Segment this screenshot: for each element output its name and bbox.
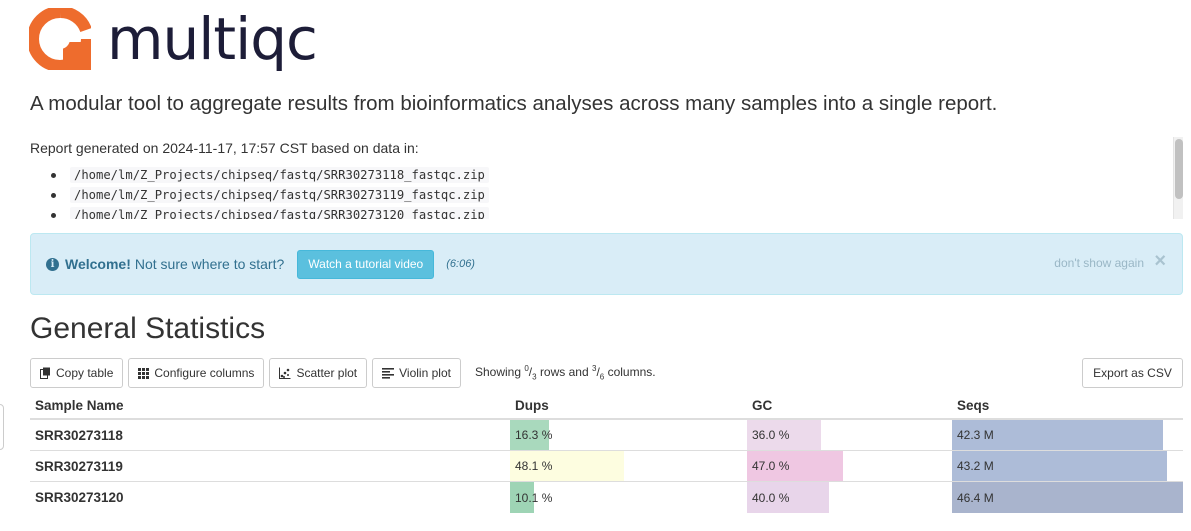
report-generated-text: Report generated on 2024-11-17, 17:57 CS…	[30, 140, 419, 156]
table-row: SRR30273118 16.3 % 36.0 % 42.3 M	[30, 420, 1183, 451]
violin-plot-label: Violin plot	[399, 366, 451, 380]
info-circle-icon: i	[46, 257, 59, 271]
dont-show-again-link[interactable]: don't show again	[1054, 256, 1144, 270]
tagline: A modular tool to aggregate results from…	[30, 92, 998, 115]
seqs-value: 42.3 M	[957, 428, 994, 442]
column-header-sample-name[interactable]: Sample Name	[30, 393, 510, 418]
file-path: /home/lm/Z_Projects/chipseq/fastq/SRR302…	[70, 207, 489, 219]
gc-value: 40.0 %	[752, 490, 790, 505]
sample-name-cell: SRR30273118	[35, 427, 123, 443]
watch-tutorial-button[interactable]: Watch a tutorial video	[297, 249, 435, 279]
file-path: /home/lm/Z_Projects/chipseq/fastq/SRR302…	[70, 167, 489, 183]
file-list-scrollbar[interactable]	[1173, 137, 1183, 219]
gc-value: 47.0 %	[752, 459, 790, 473]
grid-icon	[138, 367, 150, 379]
multiqc-logo-icon	[29, 8, 91, 70]
configure-columns-label: Configure columns	[154, 366, 255, 380]
close-icon[interactable]: ×	[1154, 251, 1166, 271]
list-item: /home/lm/Z_Projects/chipseq/fastq/SRR302…	[51, 185, 1183, 205]
dups-cell: 10.1 %	[510, 482, 747, 513]
section-title: General Statistics	[30, 312, 266, 345]
table-row: SRR30273120 10.1 % 40.0 % 46.4 M	[30, 482, 1183, 513]
seqs-cell: 43.2 M	[952, 451, 1183, 481]
copy-icon	[40, 367, 51, 379]
gc-cell: 36.0 %	[747, 420, 952, 450]
dups-value: 48.1 %	[515, 459, 553, 473]
welcome-text: Not sure where to start?	[134, 256, 285, 272]
configure-columns-button[interactable]: Configure columns	[128, 358, 265, 388]
seqs-value: 46.4 M	[957, 490, 994, 505]
scatter-plot-button[interactable]: Scatter plot	[269, 358, 368, 388]
scrollbar-thumb[interactable]	[1175, 139, 1183, 199]
welcome-alert: i Welcome! Not sure where to start? Watc…	[30, 233, 1183, 295]
violin-icon	[382, 367, 395, 379]
data-file-list-scroll[interactable]: /home/lm/Z_Projects/chipseq/fastq/SRR302…	[30, 165, 1183, 219]
table-row: SRR30273119 48.1 % 47.0 % 43.2 M	[30, 451, 1183, 482]
dups-value: 10.1 %	[515, 490, 553, 505]
scatter-icon	[279, 367, 291, 379]
column-header-dups[interactable]: Dups	[510, 393, 747, 418]
welcome-heading: Welcome!	[65, 256, 131, 272]
seqs-value: 43.2 M	[957, 459, 994, 473]
general-stats-table: Sample Name Dups GC Seqs SRR30273118 16.…	[30, 393, 1183, 513]
table-toolbar: Copy table Configure columns Scatter plo…	[30, 358, 656, 388]
scatter-plot-label: Scatter plot	[296, 366, 358, 380]
showing-count-text: Showing 0/3 rows and 3/6 columns.	[474, 364, 656, 382]
dups-cell: 48.1 %	[510, 451, 747, 481]
table-header: Sample Name Dups GC Seqs	[30, 393, 1183, 420]
toolbox-side-tab[interactable]	[0, 404, 4, 450]
multiqc-logo: multiqc	[29, 5, 318, 73]
column-header-gc[interactable]: GC	[747, 393, 952, 418]
copy-table-button[interactable]: Copy table	[30, 358, 124, 388]
gc-cell: 47.0 %	[747, 451, 952, 481]
data-file-list: /home/lm/Z_Projects/chipseq/fastq/SRR302…	[30, 165, 1183, 219]
sample-name-cell: SRR30273119	[35, 458, 123, 474]
gc-cell: 40.0 %	[747, 482, 952, 513]
seqs-cell: 46.4 M	[952, 482, 1183, 513]
dups-value: 16.3 %	[515, 428, 553, 442]
copy-table-label: Copy table	[56, 366, 114, 380]
gc-value: 36.0 %	[752, 428, 790, 442]
list-item: /home/lm/Z_Projects/chipseq/fastq/SRR302…	[51, 165, 1183, 185]
export-csv-button[interactable]: Export as CSV	[1082, 358, 1183, 388]
file-path: /home/lm/Z_Projects/chipseq/fastq/SRR302…	[70, 187, 489, 203]
dups-cell: 16.3 %	[510, 420, 747, 450]
logo-text: multiqc	[107, 5, 318, 73]
column-header-seqs[interactable]: Seqs	[952, 393, 1183, 418]
tutorial-duration: (6:06)	[446, 258, 475, 270]
list-item: /home/lm/Z_Projects/chipseq/fastq/SRR302…	[51, 205, 1183, 219]
seqs-cell: 42.3 M	[952, 420, 1183, 450]
violin-plot-button[interactable]: Violin plot	[372, 358, 461, 388]
sample-name-cell: SRR30273120	[35, 490, 124, 505]
